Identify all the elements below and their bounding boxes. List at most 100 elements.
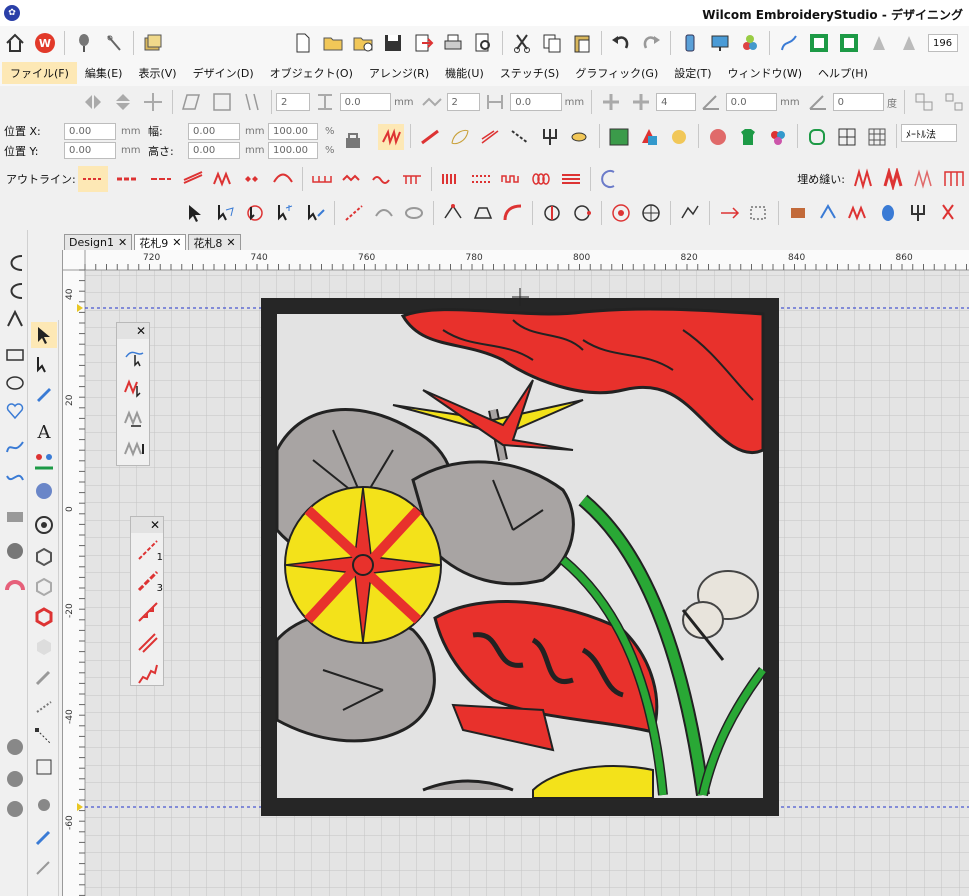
close-icon[interactable]: ✕ bbox=[172, 236, 181, 249]
tab-hanafuda9[interactable]: 花札9 ✕ bbox=[134, 234, 187, 250]
print-icon[interactable] bbox=[440, 30, 466, 56]
pen-tool-icon[interactable] bbox=[31, 380, 57, 406]
distribute-icon[interactable] bbox=[239, 89, 265, 115]
apply-icon[interactable] bbox=[31, 792, 57, 818]
monogram-icon[interactable] bbox=[2, 502, 28, 528]
zigzag-back-icon[interactable] bbox=[121, 405, 147, 431]
appliqué-icon[interactable] bbox=[705, 124, 731, 150]
scale-height-input[interactable]: 100.00 bbox=[268, 142, 318, 159]
outline-square-icon[interactable] bbox=[498, 166, 524, 192]
multicolor-icon[interactable] bbox=[765, 124, 791, 150]
satin-icon[interactable] bbox=[378, 124, 404, 150]
select-zigzag-icon[interactable] bbox=[121, 374, 147, 400]
lettering-icon[interactable]: A bbox=[31, 418, 57, 444]
tab-hanafuda8[interactable]: 花札8 ✕ bbox=[188, 234, 241, 250]
stitch-edit-icon[interactable] bbox=[302, 200, 328, 226]
select-arrow-icon[interactable] bbox=[182, 200, 208, 226]
close-icon[interactable]: ✕ bbox=[226, 236, 235, 249]
needle-icon[interactable] bbox=[101, 30, 127, 56]
hexagon-red-icon[interactable] bbox=[31, 604, 57, 630]
stitch-player-icon[interactable] bbox=[776, 30, 802, 56]
grid-2-icon[interactable] bbox=[864, 124, 890, 150]
fill-step-icon[interactable] bbox=[941, 166, 967, 192]
knife-icon[interactable] bbox=[31, 664, 57, 690]
heart-shapes-icon[interactable] bbox=[2, 398, 28, 424]
home-icon[interactable] bbox=[2, 30, 28, 56]
menu-file[interactable]: ファイル(F) bbox=[2, 62, 77, 84]
menu-object[interactable]: オブジェクト(O) bbox=[262, 62, 361, 84]
fork-tool-icon[interactable] bbox=[905, 200, 931, 226]
hexagon-2-icon[interactable] bbox=[31, 574, 57, 600]
shirt-icon[interactable] bbox=[735, 124, 761, 150]
wilcom-logo-icon[interactable]: W bbox=[32, 30, 58, 56]
green-panel-icon[interactable] bbox=[806, 30, 832, 56]
pink-fill-icon[interactable] bbox=[2, 572, 28, 598]
catalog-icon[interactable] bbox=[140, 30, 166, 56]
rectangle-icon[interactable] bbox=[2, 342, 28, 368]
satin-column-3-icon[interactable] bbox=[2, 796, 28, 822]
screen-icon[interactable] bbox=[707, 30, 733, 56]
pos-x-input[interactable]: 0.00 bbox=[64, 123, 116, 140]
rows-value-input[interactable]: 0.0 bbox=[510, 93, 562, 111]
circle-tool-icon[interactable] bbox=[401, 200, 427, 226]
arc-icon[interactable] bbox=[371, 200, 397, 226]
node-box-icon[interactable] bbox=[31, 724, 57, 750]
outline-coil-icon[interactable] bbox=[528, 166, 554, 192]
machine-2-icon[interactable] bbox=[896, 30, 922, 56]
menu-window[interactable]: ウィンドウ(W) bbox=[720, 62, 810, 84]
menu-settings[interactable]: 設定(T) bbox=[666, 62, 719, 84]
close-icon[interactable]: ✕ bbox=[118, 236, 127, 249]
menu-view[interactable]: 表示(V) bbox=[130, 62, 184, 84]
reshape-icon[interactable] bbox=[272, 200, 298, 226]
pencil-icon[interactable] bbox=[31, 854, 57, 880]
line-icon[interactable] bbox=[507, 124, 533, 150]
run-1-icon[interactable]: 1 bbox=[135, 537, 163, 563]
green-panel-2-icon[interactable] bbox=[836, 30, 862, 56]
outline-comb-icon[interactable] bbox=[399, 166, 425, 192]
ungroup-icon[interactable] bbox=[941, 89, 967, 115]
skew-icon[interactable] bbox=[179, 89, 205, 115]
rows-input[interactable]: 2 bbox=[446, 93, 481, 111]
leaf-icon[interactable] bbox=[447, 124, 473, 150]
pos-y-input[interactable]: 0.00 bbox=[64, 142, 116, 159]
spacing-input[interactable]: 2 bbox=[276, 93, 310, 111]
close-icon[interactable]: ✕ bbox=[150, 518, 160, 532]
rotate-icon[interactable] bbox=[140, 89, 166, 115]
dotted-line-icon[interactable] bbox=[31, 694, 57, 720]
menu-help[interactable]: ヘルプ(H) bbox=[810, 62, 876, 84]
box-select-icon[interactable] bbox=[746, 200, 772, 226]
outline-satin-icon[interactable] bbox=[180, 166, 206, 192]
width-input[interactable]: 0.00 bbox=[188, 123, 240, 140]
scale-width-input[interactable]: 100.00 bbox=[268, 123, 318, 140]
run-double-icon[interactable] bbox=[135, 630, 161, 656]
export-icon[interactable] bbox=[410, 30, 436, 56]
split-icon[interactable] bbox=[539, 200, 565, 226]
select-stitch-icon[interactable] bbox=[121, 343, 147, 369]
menu-stitch[interactable]: ステッチ(S) bbox=[492, 62, 568, 84]
outline-dots-icon[interactable] bbox=[468, 166, 494, 192]
copy-icon[interactable] bbox=[539, 30, 565, 56]
fork-icon[interactable] bbox=[537, 124, 563, 150]
mirror-vertical-icon[interactable] bbox=[110, 89, 136, 115]
radial-icon[interactable] bbox=[608, 200, 634, 226]
digitize-shape-icon[interactable] bbox=[2, 306, 28, 332]
hexagon-3-icon[interactable] bbox=[31, 634, 57, 660]
ellipse-icon[interactable] bbox=[2, 370, 28, 396]
measurement-select[interactable]: ﾒｰﾄﾙ法 bbox=[901, 124, 957, 142]
digitize-curve-icon[interactable] bbox=[2, 250, 28, 276]
outline-moon-icon[interactable] bbox=[597, 166, 623, 192]
angle-value-input[interactable]: 0.0 bbox=[725, 93, 778, 111]
lasso-select-icon[interactable] bbox=[242, 200, 268, 226]
close-icon[interactable]: ✕ bbox=[136, 324, 146, 338]
menu-edit[interactable]: 編集(E) bbox=[77, 62, 131, 84]
digitize-curve-2-icon[interactable] bbox=[2, 278, 28, 304]
bobbin-icon[interactable] bbox=[875, 200, 901, 226]
fill-zigzag-icon[interactable] bbox=[911, 166, 937, 192]
node-curve-icon[interactable] bbox=[500, 200, 526, 226]
design-canvas[interactable]: 720 740 760 780 800 820 840 860 40 20 0 -20 -40 -60 bbox=[62, 250, 969, 896]
align-icon[interactable] bbox=[209, 89, 235, 115]
outline-feather-icon[interactable] bbox=[270, 166, 296, 192]
outline-chain-icon[interactable] bbox=[438, 166, 464, 192]
open-recent-icon[interactable] bbox=[350, 30, 376, 56]
undo-icon[interactable] bbox=[608, 30, 634, 56]
